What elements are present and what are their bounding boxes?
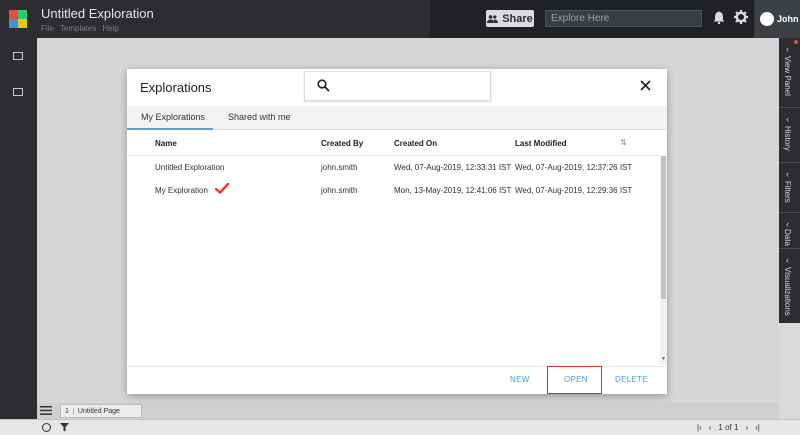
menu-bar: File Templates Help xyxy=(41,24,119,33)
visualizations-label: Visualizations xyxy=(783,267,792,316)
page-number: 1 xyxy=(61,407,74,415)
close-icon[interactable] xyxy=(640,80,651,91)
search-input[interactable] xyxy=(304,71,491,101)
row-created-by: john.smith xyxy=(321,186,358,195)
view-panel-label: View Panel xyxy=(783,56,792,96)
explore-input[interactable]: Explore Here xyxy=(545,10,702,27)
pager: |‹ ‹ 1 of 1 › ›| xyxy=(697,420,760,434)
first-page-icon[interactable]: |‹ xyxy=(697,423,702,432)
share-label: Share xyxy=(502,12,533,25)
pager-text: 1 of 1 xyxy=(718,422,739,432)
panel-icon-2[interactable] xyxy=(13,88,23,96)
bell-icon[interactable] xyxy=(713,11,725,24)
menu-templates[interactable]: Templates xyxy=(60,24,96,33)
scrollbar-thumb[interactable] xyxy=(661,156,666,299)
row-created-on: Mon, 13-May-2019, 12:41:06 IST xyxy=(394,186,512,195)
share-button[interactable]: Share xyxy=(486,10,534,27)
data-label: Data xyxy=(783,229,792,246)
hamburger-icon[interactable] xyxy=(40,406,52,415)
column-last-modified[interactable]: Last Modified xyxy=(515,139,567,148)
dialog-tabs: My Explorations Shared with me xyxy=(127,106,667,130)
chevron-left-icon: ‹ xyxy=(786,169,789,179)
sort-icon[interactable]: ⇅ xyxy=(620,138,627,147)
search-icon xyxy=(317,79,330,92)
filters-tab[interactable]: ‹ Filters xyxy=(779,163,800,213)
row-name: Untitled Exploration xyxy=(155,163,225,172)
scrollbar[interactable]: ▼ xyxy=(660,156,667,365)
tab-my-explorations[interactable]: My Explorations xyxy=(141,112,205,122)
chevron-left-icon: ‹ xyxy=(786,255,789,265)
page-tab[interactable]: 1 Untitled Page xyxy=(60,404,142,418)
new-button[interactable]: NEW xyxy=(510,375,530,384)
prev-page-icon[interactable]: ‹ xyxy=(709,423,712,432)
checkmark-icon xyxy=(215,183,229,194)
chevron-left-icon: ‹ xyxy=(786,44,789,54)
explorations-table: Name Created By Created On Last Modified… xyxy=(127,130,660,366)
chevron-left-icon: ‹ xyxy=(786,219,789,229)
table-row[interactable]: Untitled Exploration john.smith Wed, 07-… xyxy=(127,156,660,179)
last-page-icon[interactable]: ›| xyxy=(755,423,760,432)
chevron-left-icon: ‹ xyxy=(786,114,789,124)
app-title: Untitled Exploration xyxy=(41,6,154,21)
user-name[interactable]: John xyxy=(777,14,799,24)
open-button[interactable]: OPEN xyxy=(564,375,588,384)
menu-file[interactable]: File xyxy=(41,24,54,33)
data-tab[interactable]: ‹ Data xyxy=(779,213,800,249)
people-icon xyxy=(487,14,499,23)
status-bar xyxy=(0,419,800,435)
history-tab[interactable]: ‹ History xyxy=(779,108,800,163)
history-label: History xyxy=(783,126,792,151)
table-row[interactable]: My Exploration john.smith Mon, 13-May-20… xyxy=(127,179,660,202)
dialog-footer: NEW OPEN DELETE xyxy=(127,366,667,394)
notification-dot xyxy=(794,40,798,44)
left-rail xyxy=(0,38,37,435)
scroll-down-icon[interactable]: ▼ xyxy=(660,356,667,363)
avatar[interactable] xyxy=(760,12,774,26)
dialog-title: Explorations xyxy=(140,80,212,95)
column-created-on[interactable]: Created On xyxy=(394,139,437,148)
page-bar xyxy=(37,403,779,419)
dialog-header: Explorations xyxy=(127,69,667,106)
panel-icon[interactable] xyxy=(13,52,23,60)
gear-icon[interactable] xyxy=(734,10,748,24)
delete-button[interactable]: DELETE xyxy=(615,375,648,384)
view-panel-tab[interactable]: ‹ View Panel xyxy=(779,38,800,108)
page-name: Untitled Page xyxy=(77,407,120,415)
info-icon[interactable] xyxy=(42,423,51,432)
column-name[interactable]: Name xyxy=(155,139,177,148)
right-panel-strip: ‹ View Panel ‹ History ‹ Filters ‹ Data … xyxy=(779,38,800,323)
row-last-modified: Wed, 07-Aug-2019, 12:29:36 IST xyxy=(515,186,633,195)
table-header: Name Created By Created On Last Modified… xyxy=(127,130,660,156)
row-last-modified: Wed, 07-Aug-2019, 12:37:26 IST xyxy=(515,163,633,172)
next-page-icon[interactable]: › xyxy=(745,423,748,432)
row-created-by: john.smith xyxy=(321,163,358,172)
filter-icon[interactable] xyxy=(60,423,69,432)
tab-shared-with-me[interactable]: Shared with me xyxy=(228,112,291,122)
row-created-on: Wed, 07-Aug-2019, 12:33:31 IST xyxy=(394,163,512,172)
filters-label: Filters xyxy=(783,181,792,203)
column-created-by[interactable]: Created By xyxy=(321,139,363,148)
visualizations-tab[interactable]: ‹ Visualizations xyxy=(779,249,800,323)
app-logo-icon xyxy=(9,10,27,28)
row-name: My Exploration xyxy=(155,186,208,195)
menu-help[interactable]: Help xyxy=(102,24,118,33)
explorations-dialog: Explorations My Explorations Shared with… xyxy=(127,69,667,394)
